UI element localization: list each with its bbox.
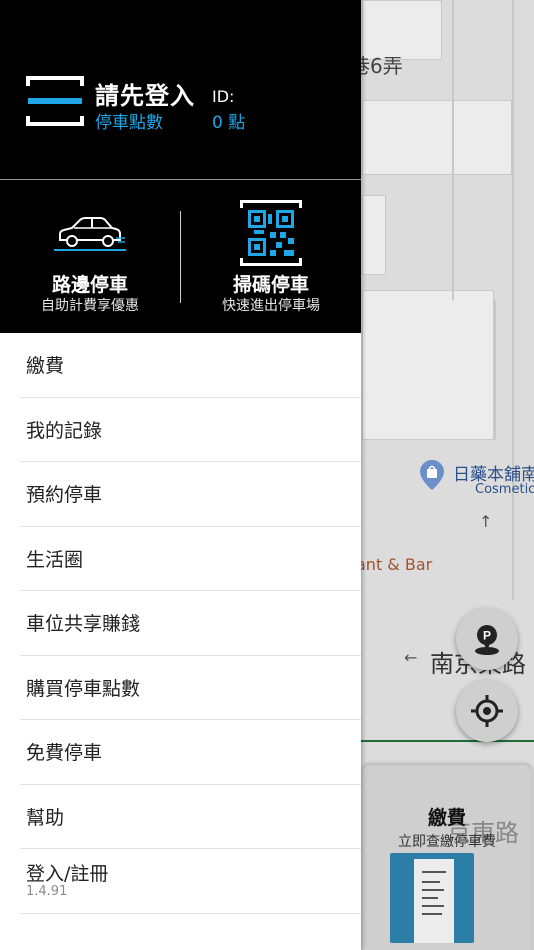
pay-card[interactable]: 京東路 繳費 立即查繳停車費 xyxy=(362,765,532,950)
menu-item-login-register[interactable]: 登入/註冊 1.4.91 xyxy=(20,849,361,914)
receipt-icon xyxy=(414,859,454,943)
arrow-left-icon: ← xyxy=(404,648,418,667)
user-id-label: ID: xyxy=(212,87,235,106)
menu-item-free-parking[interactable]: 免費停車 xyxy=(20,720,361,785)
map-road xyxy=(494,300,496,440)
crosshair-icon xyxy=(471,695,503,727)
receipt-illustration xyxy=(390,853,474,943)
pay-card-subtitle: 立即查繳停車費 xyxy=(398,834,496,850)
qr-code-icon xyxy=(240,200,302,266)
street-parking-button[interactable]: 路邊停車 自助計費享優惠 xyxy=(0,196,180,326)
parking-pin-icon: P xyxy=(475,625,499,655)
drawer-menu: 繳費 我的記錄 預約停車 生活圈 車位共享賺錢 購買停車點數 免費停車 幫助 登… xyxy=(0,333,361,914)
map-label-restaurant: ant & Bar xyxy=(356,555,433,574)
drawer-header: 請先登入 ID: 停車點數 0 點 路邊停車 自助計費享優惠 掃碼停車 快速進出… xyxy=(0,0,361,333)
map-route-line xyxy=(360,740,534,742)
street-parking-title: 路邊停車 xyxy=(51,274,128,296)
menu-item-help[interactable]: 幫助 xyxy=(20,785,361,849)
pay-card-title: 繳費 xyxy=(427,807,466,829)
header-divider xyxy=(0,179,361,180)
map-block xyxy=(362,290,494,440)
app-logo-icon xyxy=(26,76,84,126)
parking-points-label: 停車點數 xyxy=(95,113,163,133)
menu-item-share-parking-space[interactable]: 車位共享賺錢 xyxy=(20,591,361,656)
street-parking-subtitle: 自助計費享優惠 xyxy=(41,298,139,314)
map-label-shop-sub: Cosmetic xyxy=(475,482,534,497)
menu-item-label: 我的記錄 xyxy=(26,419,103,442)
svg-text:P: P xyxy=(483,629,491,643)
parking-points-value: 0 點 xyxy=(212,113,246,133)
scan-parking-subtitle: 快速進出停車場 xyxy=(222,298,320,314)
menu-item-label: 預約停車 xyxy=(26,484,103,507)
menu-item-payment[interactable]: 繳費 xyxy=(20,333,361,398)
menu-item-buy-points[interactable]: 購買停車點數 xyxy=(20,656,361,720)
menu-item-label: 生活圈 xyxy=(26,548,84,571)
scan-parking-title: 掃碼停車 xyxy=(232,274,309,296)
arrow-up-icon: ↑ xyxy=(479,512,493,531)
parking-marker-button[interactable]: P xyxy=(456,608,518,670)
map-road xyxy=(512,0,514,600)
map-block xyxy=(362,100,512,175)
menu-item-label: 繳費 xyxy=(26,355,65,378)
menu-item-label: 幫助 xyxy=(26,806,65,829)
menu-item-lifestyle-circle[interactable]: 生活圈 xyxy=(20,527,361,591)
login-prompt-title[interactable]: 請先登入 xyxy=(95,76,195,111)
menu-item-reserve-parking[interactable]: 預約停車 xyxy=(20,462,361,527)
map-road xyxy=(452,0,454,300)
my-location-button[interactable] xyxy=(456,680,518,742)
menu-item-label: 登入/註冊 xyxy=(26,862,109,885)
menu-item-label: 購買停車點數 xyxy=(26,677,141,700)
map-block xyxy=(362,195,386,275)
car-icon xyxy=(54,217,126,251)
menu-item-label: 免費停車 xyxy=(26,742,103,765)
navigation-drawer: 請先登入 ID: 停車點數 0 點 路邊停車 自助計費享優惠 掃碼停車 快速進出… xyxy=(0,0,361,950)
scan-parking-button[interactable]: 掃碼停車 快速進出停車場 xyxy=(181,196,361,326)
map-pin-icon[interactable] xyxy=(420,460,444,490)
app-version: 1.4.91 xyxy=(26,883,68,899)
menu-item-label: 車位共享賺錢 xyxy=(26,613,141,636)
menu-item-my-records[interactable]: 我的記錄 xyxy=(20,398,361,462)
